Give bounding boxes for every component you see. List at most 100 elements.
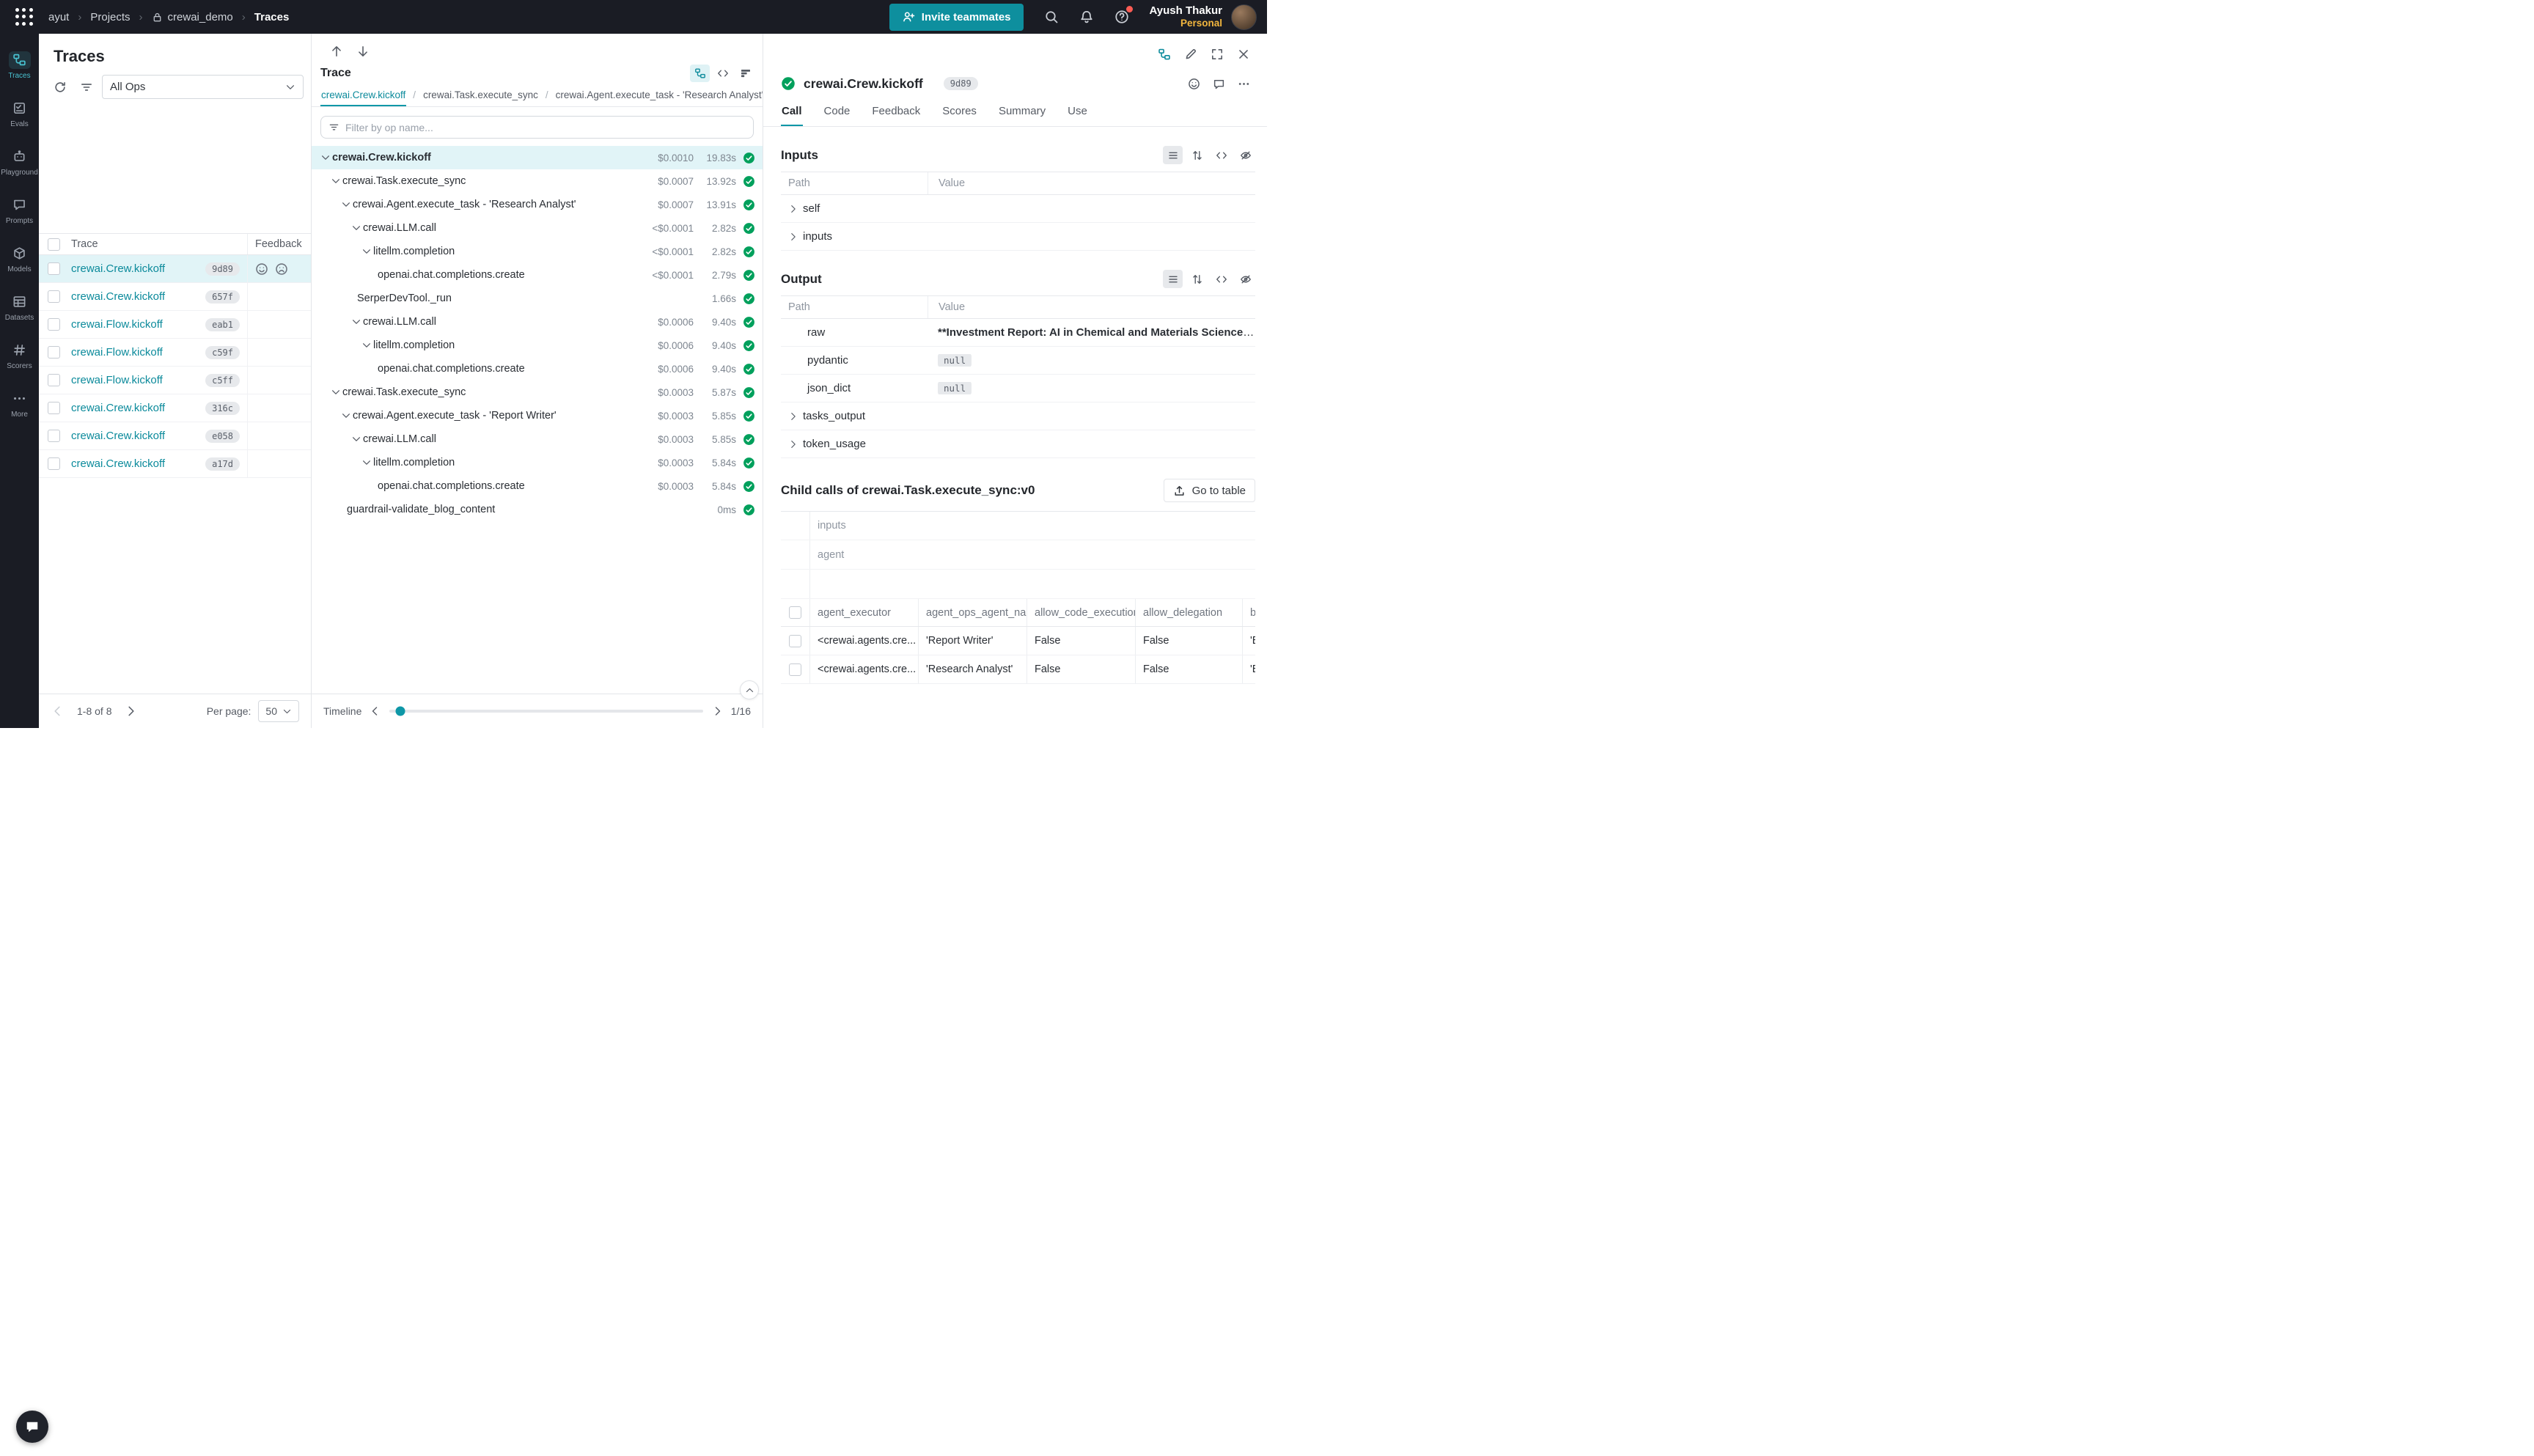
column-header[interactable]: agent_ops_agent_nan (919, 599, 1027, 626)
trace-name[interactable]: crewai.Crew.kickoff (71, 402, 165, 414)
column-header[interactable]: allow_code_execution (1027, 599, 1136, 626)
chevron-down-icon[interactable] (361, 457, 372, 468)
trace-tree-node[interactable]: crewai.Task.execute_sync$0.000713.92s (312, 169, 763, 193)
tree-view-button[interactable] (690, 65, 710, 82)
ops-filter-dropdown[interactable]: All Ops (102, 75, 304, 99)
row-checkbox[interactable] (789, 635, 801, 647)
inputs-expand-rows-button[interactable] (1187, 146, 1207, 164)
chevron-down-icon[interactable] (341, 199, 351, 210)
trace-list-row[interactable]: crewai.Flow.kickoffc59f (39, 339, 311, 367)
tab-code[interactable]: Code (823, 101, 851, 126)
inputs-hide-values-button[interactable] (1235, 146, 1255, 164)
chevron-down-icon[interactable] (351, 317, 361, 327)
trace-list-row[interactable]: crewai.Crew.kickoffe058 (39, 422, 311, 450)
invite-teammates-button[interactable]: Invite teammates (889, 4, 1024, 31)
trace-tree-node[interactable]: openai.chat.completions.create$0.00069.4… (312, 357, 763, 380)
breadcrumb-project[interactable]: crewai_demo (152, 11, 233, 23)
next-call-button[interactable] (354, 43, 372, 60)
trace-tree-node[interactable]: litellm.completion$0.00035.84s (312, 451, 763, 474)
trace-list-row[interactable]: crewai.Crew.kickoff316c (39, 394, 311, 422)
trace-tree-node[interactable]: crewai.LLM.call$0.00069.40s (312, 310, 763, 334)
sidebar-item-prompts[interactable]: Prompts (0, 186, 39, 235)
breadcrumb-entity[interactable]: ayut (48, 11, 69, 23)
row-checkbox[interactable] (48, 457, 60, 470)
trace-list-row[interactable]: crewai.Crew.kickoffa17d (39, 450, 311, 478)
op-filter-input[interactable] (345, 122, 746, 133)
help-button[interactable] (1107, 2, 1136, 32)
column-header-feedback[interactable]: Feedback (248, 234, 311, 254)
trace-tree-node[interactable]: guardrail-validate_blog_content0ms (312, 498, 763, 521)
output-code-view-button[interactable] (1211, 270, 1231, 288)
tab-use[interactable]: Use (1067, 101, 1088, 126)
tree-toggle-button[interactable] (1154, 44, 1175, 65)
chevron-right-icon[interactable] (788, 439, 798, 449)
tab-call[interactable]: Call (781, 101, 803, 126)
user-block[interactable]: Ayush Thakur Personal (1150, 4, 1222, 29)
trace-tree-node[interactable]: crewai.Agent.execute_task - 'Report Writ… (312, 404, 763, 427)
tab-feedback[interactable]: Feedback (871, 101, 921, 126)
trace-tree-node[interactable]: crewai.LLM.call$0.00035.85s (312, 427, 763, 451)
trace-list-row[interactable]: crewai.Flow.kickoffc5ff (39, 367, 311, 394)
trace-list-row[interactable]: crewai.Crew.kickoff9d89 (39, 255, 311, 283)
output-hide-values-button[interactable] (1235, 270, 1255, 288)
chevron-right-icon[interactable] (788, 232, 798, 242)
chevron-down-icon[interactable] (361, 340, 372, 350)
trace-name[interactable]: crewai.Flow.kickoff (71, 346, 163, 359)
output-expand-rows-button[interactable] (1187, 270, 1207, 288)
tab-scores[interactable]: Scores (941, 101, 977, 126)
comment-button[interactable] (1208, 73, 1229, 94)
edit-button[interactable] (1180, 44, 1201, 65)
flame-view-button[interactable] (735, 65, 755, 82)
feedback-positive-icon[interactable] (255, 262, 268, 276)
search-button[interactable] (1037, 2, 1066, 32)
fullscreen-button[interactable] (1207, 44, 1227, 65)
row-checkbox[interactable] (48, 346, 60, 359)
trace-tree-node[interactable]: litellm.completion<$0.00012.82s (312, 240, 763, 263)
chevron-right-icon[interactable] (788, 411, 798, 422)
trace-name[interactable]: crewai.Flow.kickoff (71, 318, 163, 331)
trace-tree-node[interactable]: crewai.Agent.execute_task - 'Research An… (312, 193, 763, 216)
path-tab[interactable]: crewai.Task.execute_sync (422, 85, 539, 106)
inputs-code-view-button[interactable] (1211, 146, 1231, 164)
collapse-panel-button[interactable] (740, 680, 759, 699)
trace-name[interactable]: crewai.Crew.kickoff (71, 457, 165, 470)
chevron-down-icon[interactable] (351, 434, 361, 444)
column-header-trace[interactable]: Trace (68, 234, 248, 254)
chevron-down-icon[interactable] (331, 387, 341, 397)
child-table-row[interactable]: <crewai.agents.cre...'Report Writer'Fals… (781, 627, 1255, 655)
notifications-button[interactable] (1072, 2, 1101, 32)
breadcrumb-projects[interactable]: Projects (90, 11, 130, 23)
trace-list-row[interactable]: crewai.Crew.kickoff657f (39, 283, 311, 311)
sidebar-item-playground[interactable]: Playground (0, 138, 39, 186)
select-all-checkbox[interactable] (48, 238, 60, 251)
select-all-checkbox[interactable] (789, 606, 801, 619)
row-checkbox[interactable] (48, 374, 60, 386)
path-tab[interactable]: crewai.Agent.execute_task - 'Research An… (555, 85, 763, 106)
path-tab[interactable]: crewai.Crew.kickoff (320, 85, 406, 106)
timeline-slider[interactable] (389, 710, 702, 713)
filter-settings-button[interactable] (76, 76, 98, 98)
column-header[interactable]: allow_delegation (1136, 599, 1243, 626)
trace-tree-node[interactable]: openai.chat.completions.create$0.00035.8… (312, 474, 763, 498)
sidebar-item-evals[interactable]: Evals (0, 89, 39, 138)
chevron-down-icon[interactable] (331, 176, 341, 186)
sidebar-item-more[interactable]: More (0, 380, 39, 428)
row-checkbox[interactable] (48, 318, 60, 331)
per-page-dropdown[interactable]: 50 (258, 700, 299, 722)
trace-name[interactable]: crewai.Flow.kickoff (71, 374, 163, 386)
trace-tree-node[interactable]: SerperDevTool._run1.66s (312, 287, 763, 310)
wandb-logo-icon[interactable] (15, 7, 34, 26)
trace-tree-node[interactable]: crewai.LLM.call<$0.00012.82s (312, 216, 763, 240)
prev-call-button[interactable] (328, 43, 345, 60)
trace-name[interactable]: crewai.Crew.kickoff (71, 430, 165, 442)
row-checkbox[interactable] (789, 663, 801, 676)
trace-name[interactable]: crewai.Crew.kickoff (71, 262, 165, 275)
timeline-next-button[interactable] (712, 705, 724, 717)
trace-list-row[interactable]: crewai.Flow.kickoffeab1 (39, 311, 311, 339)
avatar[interactable] (1231, 4, 1257, 30)
trace-tree-node[interactable]: litellm.completion$0.00069.40s (312, 334, 763, 357)
sidebar-item-models[interactable]: Models (0, 235, 39, 283)
trace-tree-node[interactable]: openai.chat.completions.create<$0.00012.… (312, 263, 763, 287)
sidebar-item-traces[interactable]: Traces (0, 41, 39, 89)
timeline-prev-button[interactable] (369, 705, 381, 717)
